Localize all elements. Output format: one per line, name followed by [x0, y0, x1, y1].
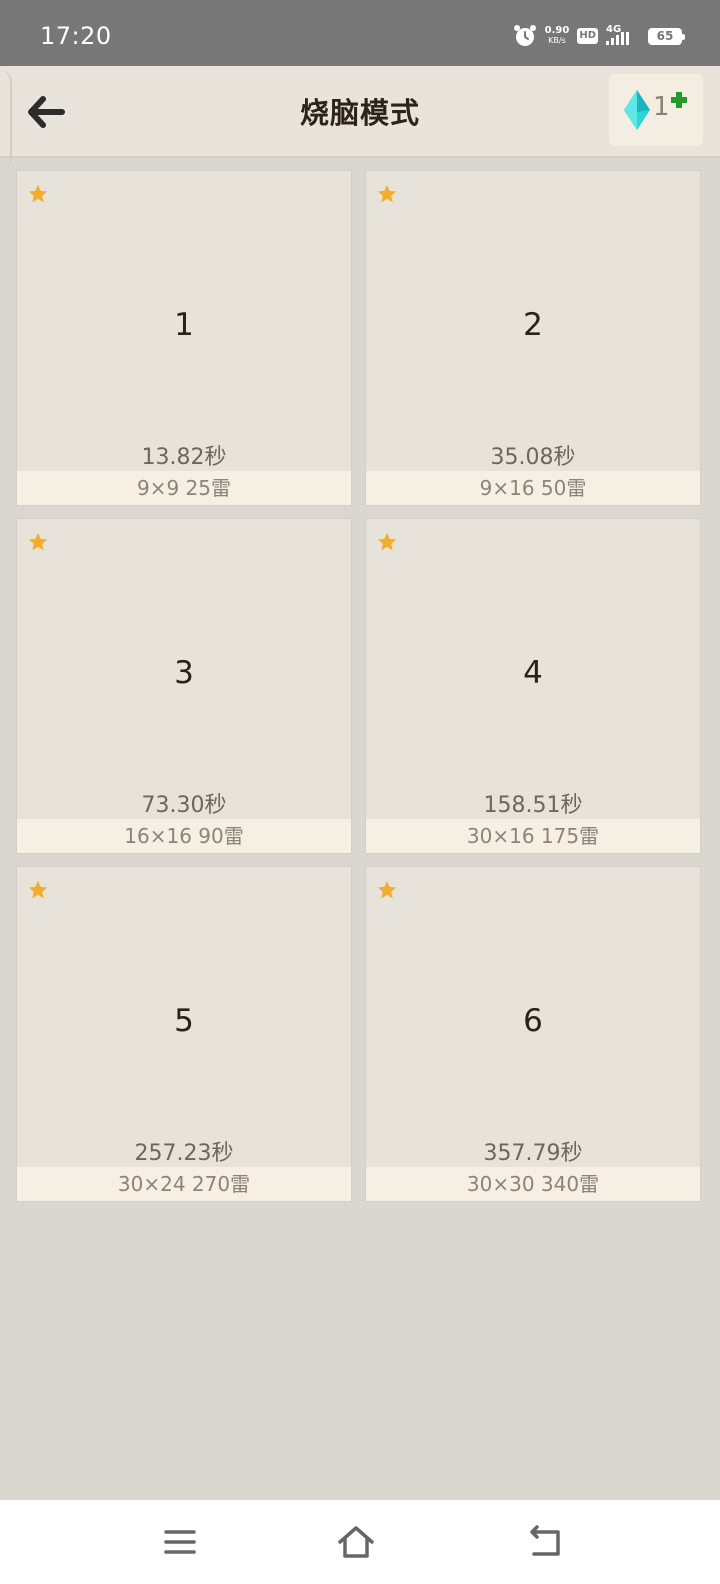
home-icon — [338, 1526, 374, 1558]
back-icon — [530, 1525, 560, 1556]
level-best-time: 13.82秒 — [141, 445, 227, 470]
level-number: 4 — [523, 655, 543, 691]
gem-counter[interactable]: 1 — [609, 74, 703, 146]
level-board-info: 30×16 175雷 — [366, 819, 700, 853]
level-card[interactable]: 4 158.51秒 30×16 175雷 — [365, 518, 701, 854]
gem-count: 1 — [653, 92, 670, 122]
status-icons: 0.90 KB/s HD 4G 65 — [513, 24, 685, 48]
level-board-info: 9×16 50雷 — [366, 471, 700, 505]
gem-icon — [624, 90, 650, 130]
level-card[interactable]: 3 73.30秒 16×16 90雷 — [16, 518, 352, 854]
back-nav-button[interactable] — [524, 1522, 564, 1562]
menu-icon — [164, 1530, 196, 1554]
level-card[interactable]: 1 13.82秒 9×9 25雷 — [16, 170, 352, 506]
level-best-time: 35.08秒 — [490, 445, 576, 470]
star-icon — [28, 532, 48, 551]
status-bar: 17:20 0.90 KB/s HD 4G 65 — [0, 0, 720, 66]
net-speed-value: 0.90 — [544, 25, 570, 36]
star-icon — [28, 184, 48, 203]
level-board-info: 30×24 270雷 — [17, 1167, 351, 1201]
star-icon — [28, 880, 48, 899]
level-number: 6 — [523, 1003, 543, 1039]
level-best-time: 73.30秒 — [141, 793, 227, 818]
level-number: 1 — [174, 307, 194, 343]
hd-badge: HD — [577, 28, 598, 44]
level-number: 3 — [174, 655, 194, 691]
star-icon — [377, 184, 397, 203]
star-icon — [377, 532, 397, 551]
level-number: 5 — [174, 1003, 194, 1039]
battery-icon: 65 — [648, 27, 685, 45]
level-best-time: 158.51秒 — [483, 793, 583, 818]
home-button[interactable] — [336, 1522, 376, 1562]
alarm-icon — [513, 24, 537, 48]
level-best-time: 357.79秒 — [483, 1141, 583, 1166]
menu-button[interactable] — [160, 1522, 200, 1562]
star-icon — [377, 880, 397, 899]
app-header: 烧脑模式 1 — [0, 66, 720, 170]
level-card[interactable]: 2 35.08秒 9×16 50雷 — [365, 170, 701, 506]
level-card[interactable]: 5 257.23秒 30×24 270雷 — [16, 866, 352, 1202]
signal-icon: 4G — [606, 24, 640, 47]
level-board-info: 30×30 340雷 — [366, 1167, 700, 1201]
level-number: 2 — [523, 307, 543, 343]
signal-bars — [606, 32, 629, 45]
system-nav-bar — [0, 1500, 720, 1584]
battery-level: 65 — [656, 29, 674, 43]
net-speed-unit: KB/s — [548, 36, 566, 45]
level-board-info: 16×16 90雷 — [17, 819, 351, 853]
level-best-time: 257.23秒 — [134, 1141, 234, 1166]
level-board-info: 9×9 25雷 — [17, 471, 351, 505]
plus-icon[interactable] — [671, 92, 687, 108]
status-time: 17:20 — [40, 22, 112, 50]
level-card[interactable]: 6 357.79秒 30×30 340雷 — [365, 866, 701, 1202]
net-speed: 0.90 KB/s — [545, 26, 570, 46]
